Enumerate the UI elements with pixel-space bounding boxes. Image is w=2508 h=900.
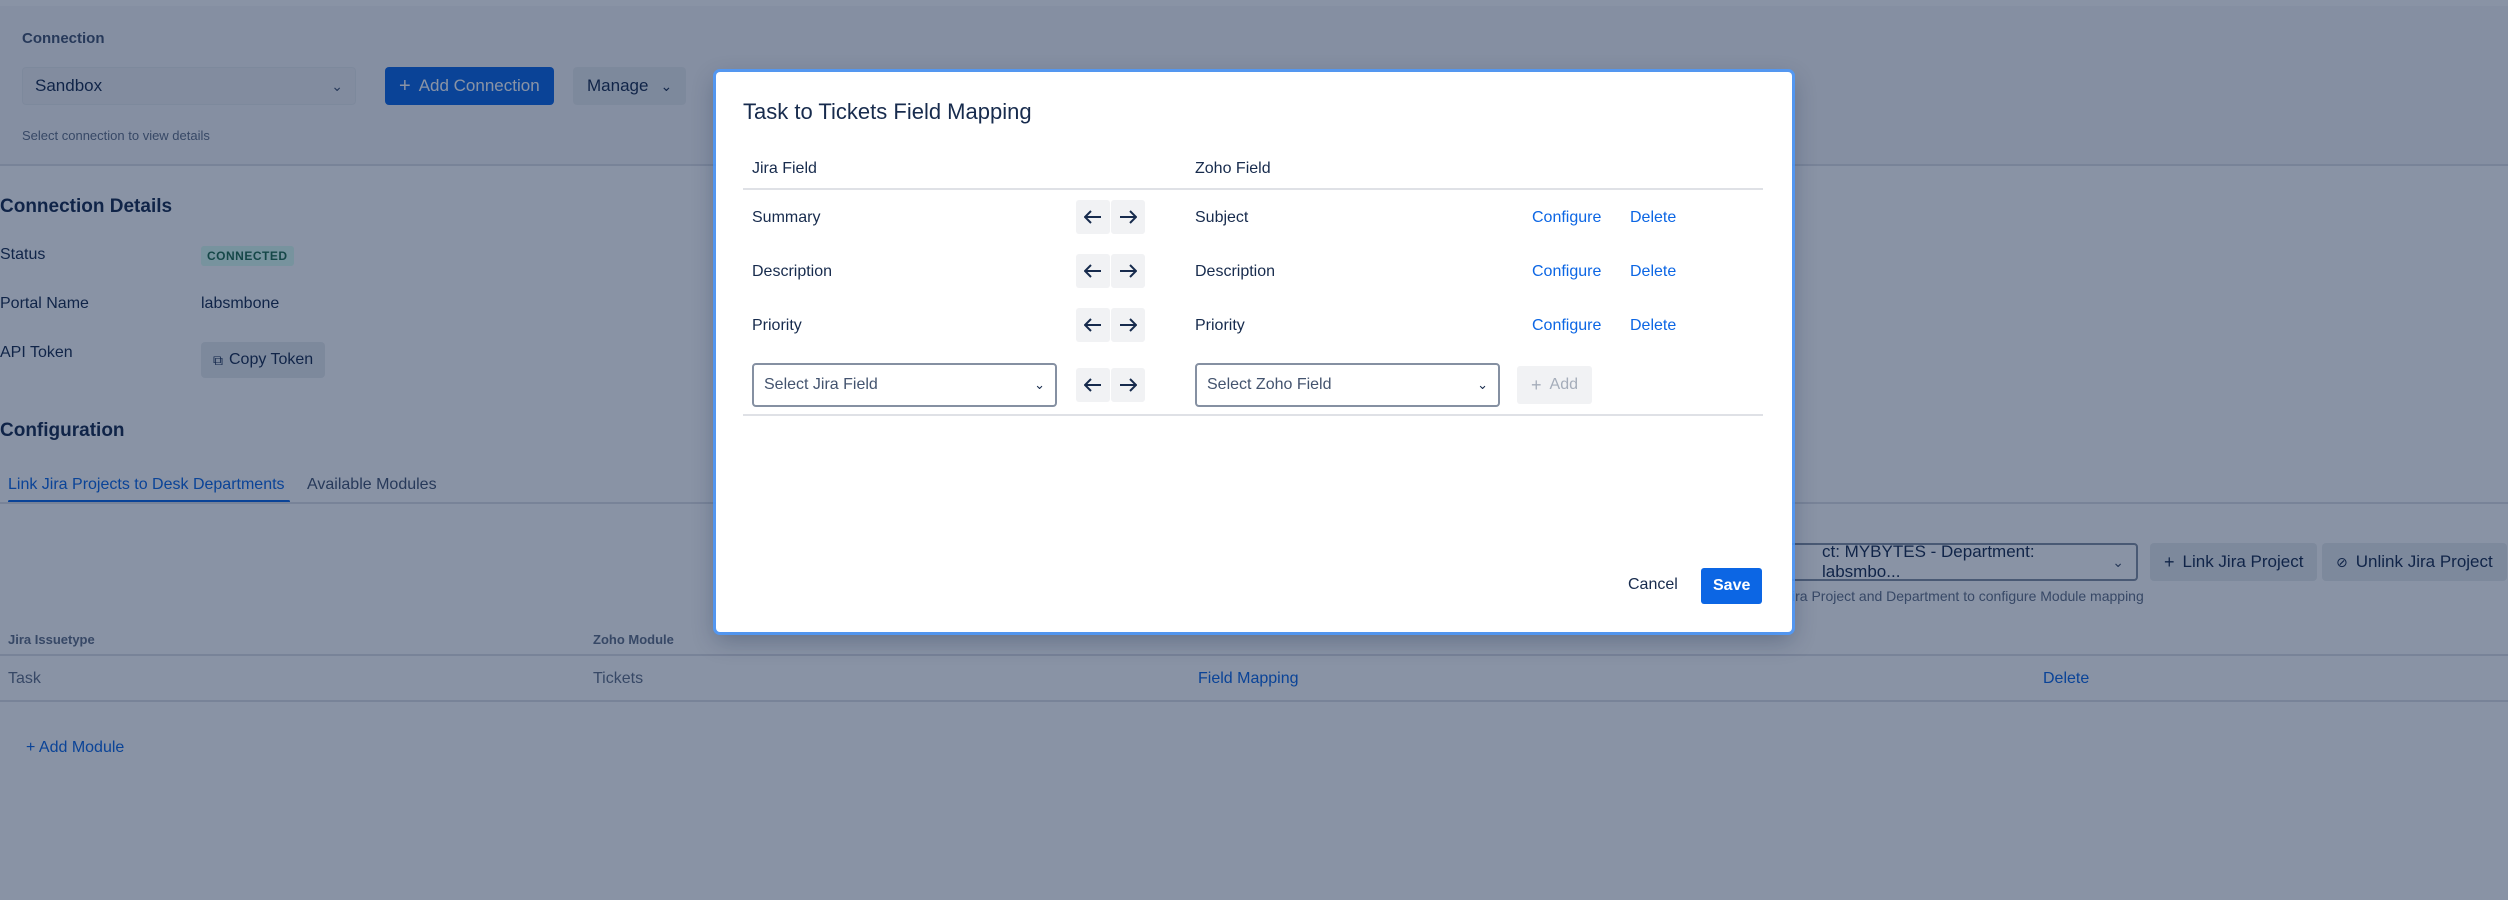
jira-field-select-placeholder: Select Jira Field	[764, 376, 878, 393]
configure-link[interactable]: Configure	[1532, 209, 1601, 227]
plus-icon: +	[1531, 374, 1542, 395]
jira-field-priority: Priority	[752, 317, 802, 334]
chevron-down-icon: ⌄	[1034, 377, 1045, 392]
delete-link[interactable]: Delete	[1630, 263, 1676, 281]
arrow-left-icon[interactable]	[1076, 308, 1110, 342]
zoho-field-priority: Priority	[1195, 317, 1245, 334]
zoho-field-subject: Subject	[1195, 209, 1249, 226]
arrow-left-icon[interactable]	[1076, 368, 1110, 402]
delete-link[interactable]: Delete	[1630, 317, 1676, 335]
zoho-field-header: Zoho Field	[1195, 160, 1271, 177]
save-button[interactable]: Save	[1701, 568, 1763, 604]
zoho-field-description: Description	[1195, 263, 1276, 280]
add-mapping-button[interactable]: + Add	[1517, 366, 1592, 404]
chevron-down-icon: ⌄	[1477, 377, 1488, 392]
field-mapping-modal: Task to Tickets Field Mapping Jira Field…	[716, 72, 1792, 632]
jira-field-header: Jira Field	[752, 160, 817, 177]
zoho-field-select[interactable]: Select Zoho Field ⌄	[1195, 363, 1500, 407]
arrow-left-icon[interactable]	[1076, 254, 1110, 288]
configure-link[interactable]: Configure	[1532, 263, 1601, 281]
cancel-button[interactable]: Cancel	[1628, 576, 1678, 594]
arrow-right-icon[interactable]	[1111, 254, 1145, 288]
jira-field-description: Description	[752, 263, 833, 280]
jira-field-select[interactable]: Select Jira Field ⌄	[752, 363, 1057, 407]
arrow-right-icon[interactable]	[1111, 308, 1145, 342]
configure-link[interactable]: Configure	[1532, 317, 1601, 335]
arrow-right-icon[interactable]	[1111, 200, 1145, 234]
table-bottom-divider	[743, 414, 1763, 416]
add-mapping-label: Add	[1549, 376, 1578, 393]
header-divider	[743, 188, 1763, 190]
modal-title: Task to Tickets Field Mapping	[743, 99, 1032, 124]
zoho-field-select-placeholder: Select Zoho Field	[1207, 376, 1332, 393]
arrow-left-icon[interactable]	[1076, 200, 1110, 234]
arrow-right-icon[interactable]	[1111, 368, 1145, 402]
delete-link[interactable]: Delete	[1630, 209, 1676, 227]
jira-field-summary: Summary	[752, 209, 821, 226]
